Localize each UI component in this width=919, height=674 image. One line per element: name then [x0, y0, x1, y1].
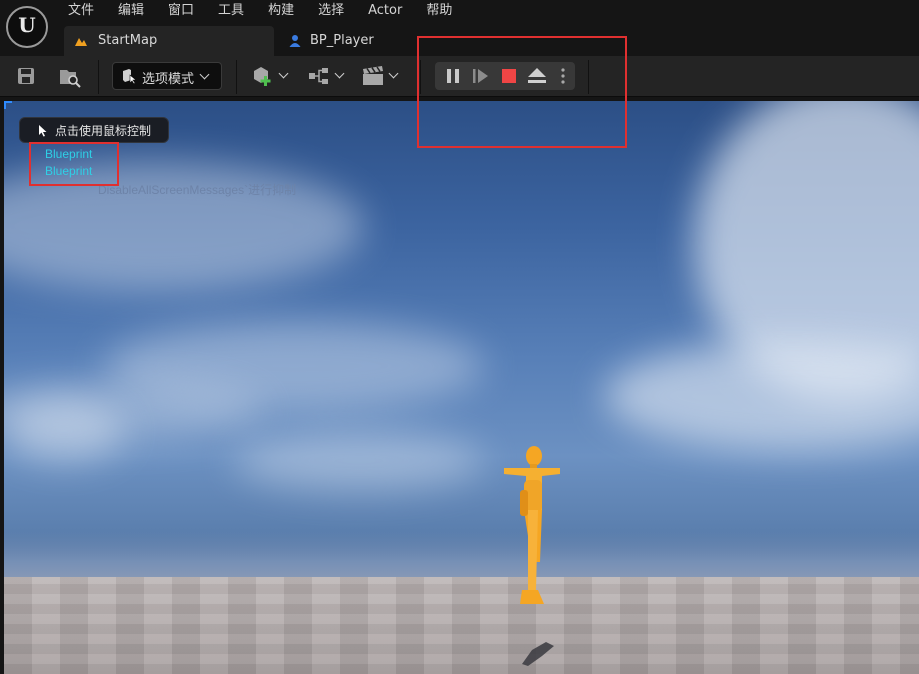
toolbar-divider — [98, 60, 99, 94]
toolbar-divider — [420, 60, 421, 94]
blueprint-button[interactable] — [308, 62, 348, 90]
menu-file[interactable]: 文件 — [56, 0, 106, 22]
save-icon[interactable] — [16, 62, 36, 90]
main-menu: 文件 编辑 窗口 工具 构建 选择 Actor 帮助 — [56, 0, 464, 22]
screen-message: Blueprint — [45, 147, 93, 161]
unreal-logo-icon[interactable]: U — [6, 6, 48, 48]
horizon-haze — [4, 531, 919, 581]
step-frame-icon[interactable] — [472, 68, 490, 84]
stop-icon[interactable] — [501, 68, 517, 84]
mode-select-icon — [123, 69, 137, 84]
play-controls — [435, 62, 575, 90]
menu-select[interactable]: 选择 — [306, 0, 356, 22]
blueprint-graph-icon — [309, 68, 328, 84]
tab-label: BP_Player — [310, 33, 374, 48]
mode-select-dropdown[interactable]: 选项模式 — [112, 62, 222, 90]
menu-tools[interactable]: 工具 — [206, 0, 256, 22]
mode-label: 选项模式 — [142, 72, 195, 87]
tab-label: StartMap — [98, 33, 158, 48]
content-browser-icon[interactable] — [58, 62, 82, 90]
sky-cloud — [604, 341, 919, 451]
add-actor-button[interactable] — [252, 62, 292, 90]
viewport-focus-corner — [4, 101, 12, 109]
menu-window[interactable]: 窗口 — [156, 0, 206, 22]
cinematics-icon — [363, 66, 383, 85]
sky-cloud — [4, 401, 124, 461]
checker-floor — [4, 577, 919, 674]
menu-edit[interactable]: 编辑 — [106, 0, 156, 22]
cinematics-button[interactable] — [362, 62, 402, 90]
mannequin-shadow — [522, 642, 554, 666]
toolbar-divider — [588, 60, 589, 94]
player-mannequin[interactable] — [490, 440, 570, 610]
mouse-hint-label: 点击使用鼠标控制 — [55, 124, 152, 138]
pause-icon[interactable] — [445, 68, 461, 84]
sky-cloud — [234, 431, 484, 491]
level-map-icon — [75, 38, 87, 46]
cursor-icon — [39, 125, 47, 137]
menu-actor[interactable]: Actor — [356, 0, 414, 22]
screen-message: Blueprint — [45, 164, 93, 178]
add-actor-icon — [254, 67, 271, 86]
tab-startmap[interactable]: StartMap — [64, 26, 274, 56]
mouse-control-hint[interactable]: 点击使用鼠标控制 — [19, 117, 169, 143]
more-options-icon[interactable] — [559, 67, 567, 85]
toolbar-divider — [236, 60, 237, 94]
menu-build[interactable]: 构建 — [256, 0, 306, 22]
title-bar: U 文件 编辑 窗口 工具 构建 选择 Actor 帮助 StartMap BP… — [0, 0, 919, 56]
chevron-down-icon — [278, 68, 289, 79]
blueprint-person-icon — [289, 35, 301, 47]
chevron-down-icon — [388, 68, 399, 79]
eject-icon[interactable] — [527, 67, 547, 85]
menu-help[interactable]: 帮助 — [414, 0, 464, 22]
tab-bp-player[interactable]: BP_Player — [278, 26, 398, 56]
chevron-down-icon — [334, 68, 345, 79]
chevron-down-icon — [199, 69, 210, 80]
disable-messages-hint: DisableAllScreenMessages`进行抑制 — [98, 183, 297, 197]
